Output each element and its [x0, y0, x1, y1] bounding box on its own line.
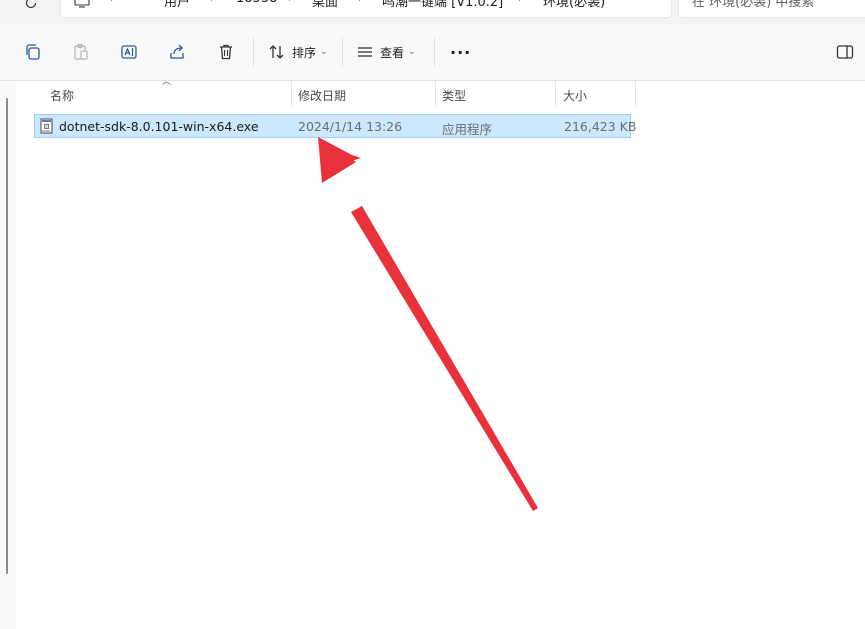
exe-file-icon: [40, 118, 53, 134]
breadcrumb-separator: ›: [288, 0, 293, 5]
navigation-scrollbar[interactable]: [6, 98, 8, 574]
sort-ascending-icon: ︿: [162, 77, 172, 87]
sort-label: 排序: [292, 45, 317, 60]
refresh-icon: [25, 0, 37, 9]
toolbar-divider: [342, 38, 343, 66]
breadcrumb-item-desktop[interactable]: 桌面: [312, 0, 338, 10]
paste-icon: [74, 43, 88, 60]
share-button[interactable]: [168, 40, 186, 64]
annotation-arrow: [318, 137, 538, 511]
view-icon: [358, 47, 372, 57]
column-header-size[interactable]: 大小: [563, 81, 587, 109]
navigation-pane-edge: [0, 81, 16, 629]
chevron-down-icon: ⌄: [320, 47, 328, 57]
column-header-modified[interactable]: 修改日期: [298, 81, 346, 109]
sort-button[interactable]: 排序 ⌄: [268, 40, 328, 64]
file-modified: 2024/1/14 13:26: [298, 119, 403, 134]
column-separator[interactable]: [555, 81, 556, 107]
breadcrumb-item-current[interactable]: 环境(必装): [543, 0, 605, 10]
breadcrumb-item-game-folder[interactable]: 鸣潮一键端 [V1.0.2]: [382, 0, 503, 10]
paste-button[interactable]: [72, 40, 90, 64]
refresh-button[interactable]: [20, 0, 42, 14]
breadcrumb-separator: ›: [210, 0, 215, 5]
share-icon: [170, 44, 184, 59]
breadcrumb-item-user-folder[interactable]: 18538: [236, 0, 277, 6]
address-bar-strip: › ··· 用户 › 18538 › 桌面 › 鸣潮一键端 [V1.0.2] ›…: [0, 0, 865, 25]
chevron-down-icon: ⌄: [408, 47, 416, 57]
toolbar-divider: [434, 38, 435, 66]
breadcrumb-separator: ›: [518, 0, 523, 5]
copy-button[interactable]: [24, 40, 42, 64]
rename-icon: [121, 45, 137, 59]
this-pc-icon[interactable]: [74, 0, 90, 13]
column-separator[interactable]: [635, 81, 636, 107]
file-explorer-window: › ··· 用户 › 18538 › 桌面 › 鸣潮一键端 [V1.0.2] ›…: [0, 0, 865, 629]
sort-icon: [269, 45, 284, 59]
more-options-button[interactable]: ···: [450, 40, 471, 64]
view-label: 查看: [380, 45, 405, 60]
breadcrumb-separator: ›: [110, 0, 115, 5]
breadcrumb-separator: ›: [358, 0, 363, 5]
delete-icon: [220, 44, 232, 60]
column-separator[interactable]: [291, 81, 292, 107]
search-placeholder: 在 环境(必装) 中搜索: [692, 0, 815, 10]
command-bar: 排序 ⌄ 查看 ⌄ ···: [0, 24, 865, 81]
details-pane-button[interactable]: [836, 40, 854, 64]
toolbar-divider: [253, 38, 254, 66]
file-name[interactable]: dotnet-sdk-8.0.101-win-x64.exe: [59, 119, 259, 134]
column-separator[interactable]: [435, 81, 436, 107]
column-header-type[interactable]: 类型: [442, 81, 466, 109]
details-pane-icon: [836, 45, 854, 59]
copy-icon: [26, 44, 40, 60]
breadcrumb-item-users[interactable]: 用户: [164, 0, 190, 10]
file-type: 应用程序: [442, 122, 493, 137]
delete-button[interactable]: [217, 40, 235, 64]
column-header-name[interactable]: 名称: [50, 81, 74, 109]
file-row-selected[interactable]: dotnet-sdk-8.0.101-win-x64.exe 2024/1/14…: [34, 114, 636, 138]
breadcrumb-overflow[interactable]: ···: [134, 0, 146, 6]
rename-button[interactable]: [120, 40, 138, 64]
file-size: 216,423 KB: [564, 119, 637, 134]
view-button[interactable]: 查看 ⌄: [356, 40, 416, 64]
